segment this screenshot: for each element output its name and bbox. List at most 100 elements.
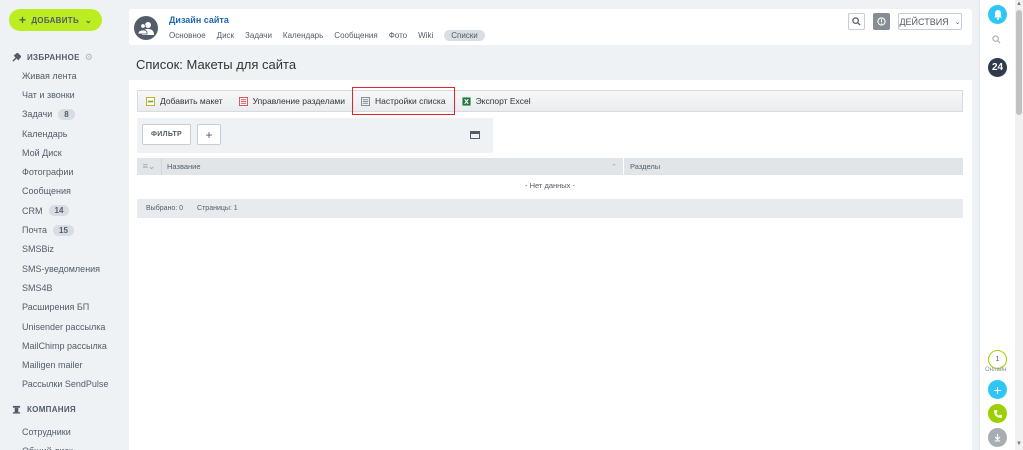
- grid-header: ≡⌄ Название ⌃ Разделы: [137, 158, 963, 175]
- column-header-name[interactable]: Название ⌃: [161, 158, 623, 175]
- main-content: Добавить макет Управление разделами Наст…: [129, 80, 972, 450]
- sidebar-item[interactable]: Сотрудники: [22, 422, 73, 441]
- sidebar-item[interactable]: Мой Диск: [22, 143, 108, 162]
- sidebar-item[interactable]: Чат и звонки: [22, 85, 108, 104]
- list-settings-button[interactable]: Настройки списка: [352, 87, 455, 115]
- actions-button[interactable]: ДЕЙСТВИЯ ⌄: [898, 13, 962, 30]
- count-badge: 8: [58, 108, 75, 120]
- count-badge: 15: [53, 224, 74, 236]
- favorites-menu: Живая лента Чат и звонки Задачи 8 Календарь М…: [22, 66, 108, 394]
- sidebar-item-label: Сотрудники: [22, 426, 71, 437]
- empty-message: - Нет данных -: [525, 181, 575, 190]
- gear-icon[interactable]: ⚙: [85, 52, 93, 63]
- page-title: Список: Макеты для сайта: [136, 57, 297, 72]
- column-sections-label: Разделы: [630, 162, 661, 171]
- group-title[interactable]: Дизайн сайта: [169, 15, 229, 25]
- sidebar-item[interactable]: Mailigen mailer: [22, 355, 108, 374]
- export-excel-button[interactable]: Экспорт Excel: [454, 91, 539, 111]
- sidebar-item[interactable]: CRM 14: [22, 201, 108, 220]
- download-button[interactable]: [988, 428, 1007, 447]
- group-avatar[interactable]: [134, 16, 158, 40]
- sidebar-item[interactable]: SMS-уведомления: [22, 259, 108, 278]
- group-nav-item[interactable]: Календарь: [283, 31, 323, 40]
- group-nav-item[interactable]: Списки: [444, 30, 485, 41]
- sections-icon: [238, 96, 248, 106]
- sidebar-item-label: Фотографии: [22, 167, 74, 178]
- list-toolbar: Добавить макет Управление разделами Наст…: [137, 87, 963, 115]
- sidebar-item-label: Рассылки SendPulse: [22, 379, 109, 390]
- add-filter-button[interactable]: +: [197, 124, 221, 145]
- info-button[interactable]: [873, 13, 890, 30]
- page-scrollbar[interactable]: ▲ ▼: [1015, 0, 1023, 450]
- sidebar-item[interactable]: SMSBiz: [22, 240, 108, 259]
- phone-icon: [993, 409, 1002, 418]
- group-nav-item[interactable]: Задачи: [245, 31, 272, 40]
- info-icon: [877, 17, 886, 26]
- manage-sections-button[interactable]: Управление разделами: [231, 91, 353, 111]
- left-sidebar: + ДОБАВИТЬ ⌄ ИЗБРАННОЕ ⚙ Живая лента Чат …: [0, 0, 122, 450]
- selected-count: Выбрано: 0: [146, 205, 184, 212]
- sidebar-item[interactable]: SMS4B: [22, 278, 108, 297]
- sidebar-item[interactable]: MailChimp рассылка: [22, 336, 108, 355]
- sidebar-item-label: CRM: [22, 205, 43, 216]
- sidebar-item[interactable]: Задачи 8: [22, 105, 108, 124]
- scroll-up-icon[interactable]: ▲: [1015, 1, 1023, 7]
- sidebar-item[interactable]: Почта 15: [22, 220, 108, 239]
- sidebar-item[interactable]: Расширения БП: [22, 298, 108, 317]
- grid-footer: Выбрано: 0 Страницы: 1: [137, 199, 963, 218]
- add-item-button[interactable]: Добавить макет: [138, 91, 231, 111]
- page-count: Страницы: 1: [197, 205, 238, 212]
- favorites-title: ИЗБРАННОЕ: [27, 53, 80, 62]
- sidebar-item[interactable]: Сообщения: [22, 182, 108, 201]
- sidebar-item-label: Сообщения: [22, 186, 71, 197]
- company-header[interactable]: КОМПАНИЯ: [12, 405, 76, 414]
- sidebar-item-label: SMS-уведомления: [22, 263, 101, 274]
- sidebar-item[interactable]: Unisender рассылка: [22, 317, 108, 336]
- filter-button[interactable]: ФИЛЬТР: [142, 124, 191, 145]
- sidebar-item-label: Почта: [22, 225, 47, 236]
- download-icon: [994, 433, 1001, 442]
- search-button[interactable]: [848, 13, 865, 30]
- add-item-icon: [146, 96, 155, 106]
- bell-icon: [993, 10, 1002, 20]
- group-nav-item[interactable]: Диск: [217, 31, 234, 40]
- search-icon: [852, 17, 861, 26]
- list-settings-label: Настройки списка: [375, 96, 446, 106]
- sidebar-item-label: Мой Диск: [22, 147, 62, 158]
- sidebar-item[interactable]: Живая лента: [22, 66, 108, 85]
- filter-panel: ФИЛЬТР +: [137, 118, 493, 153]
- sidebar-item[interactable]: Общий диск: [22, 441, 73, 450]
- add-item-label: Добавить макет: [160, 96, 223, 106]
- sidebar-item[interactable]: Фотографии: [22, 162, 108, 181]
- group-nav-item[interactable]: Wiki: [418, 31, 433, 40]
- add-button[interactable]: + ДОБАВИТЬ ⌄: [9, 9, 102, 31]
- sidebar-item[interactable]: Рассылки SendPulse: [22, 375, 108, 394]
- window-icon[interactable]: [470, 131, 480, 139]
- bitrix24-logo[interactable]: 24: [988, 58, 1007, 77]
- scroll-thumb[interactable]: [1016, 10, 1022, 115]
- group-nav-item[interactable]: Основное: [169, 31, 206, 40]
- call-button[interactable]: [988, 404, 1007, 423]
- notifications-button[interactable]: [988, 5, 1007, 24]
- group-header: Дизайн сайта Основное Диск Задачи Календарь…: [129, 9, 972, 45]
- sidebar-item-label: Живая лента: [22, 70, 77, 81]
- favorites-header[interactable]: ИЗБРАННОЕ ⚙: [12, 52, 93, 63]
- sidebar-item-label: Общий диск: [22, 446, 73, 450]
- add-contact-button[interactable]: +: [988, 380, 1007, 399]
- count-badge: 14: [48, 205, 70, 217]
- search-icon[interactable]: [992, 35, 1001, 47]
- sidebar-item[interactable]: Календарь: [22, 124, 108, 143]
- grid-menu-icon[interactable]: ≡⌄: [137, 158, 161, 175]
- scroll-down-icon[interactable]: ▼: [1015, 441, 1023, 447]
- group-nav-item[interactable]: Фото: [389, 31, 407, 40]
- group-nav-item[interactable]: Сообщения: [334, 31, 377, 40]
- settings-list-icon: [361, 96, 371, 106]
- column-header-sections[interactable]: Разделы: [623, 158, 963, 175]
- company-title: КОМПАНИЯ: [27, 405, 76, 414]
- manage-sections-label: Управление разделами: [252, 96, 346, 106]
- column-name-label: Название: [167, 162, 201, 171]
- right-panel: 24 1 +: [979, 0, 1015, 450]
- sidebar-item-label: Mailigen mailer: [22, 360, 83, 371]
- actions-label: ДЕЙСТВИЯ: [899, 16, 949, 27]
- users-icon: [138, 22, 154, 35]
